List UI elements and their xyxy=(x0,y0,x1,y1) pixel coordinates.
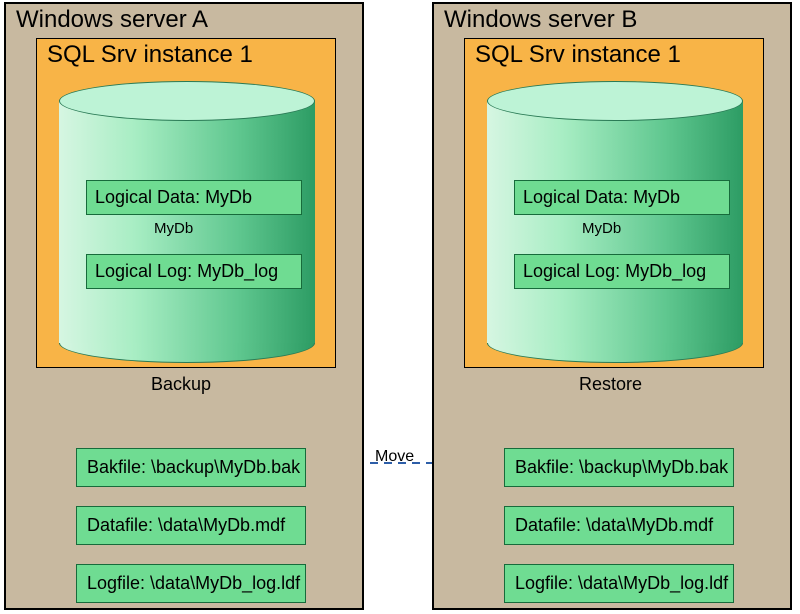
sql-instance-b-title: SQL Srv instance 1 xyxy=(475,41,681,69)
diagram-canvas: Move Windows server A SQL Srv instance 1… xyxy=(0,0,800,614)
backup-label: Backup xyxy=(151,374,211,395)
server-a-box: Windows server A SQL Srv instance 1 Logi… xyxy=(4,2,364,610)
logfile-b: Logfile: \data\MyDb_log.ldf xyxy=(504,564,734,603)
server-b-box: Windows server B SQL Srv instance 1 Logi… xyxy=(432,2,792,610)
restore-label: Restore xyxy=(579,374,642,395)
logical-data-b: Logical Data: MyDb xyxy=(514,180,730,215)
datafile-a: Datafile: \data\MyDb.mdf xyxy=(76,506,306,545)
move-label: Move xyxy=(375,448,414,466)
datafile-b: Datafile: \data\MyDb.mdf xyxy=(504,506,734,545)
logical-data-a: Logical Data: MyDb xyxy=(86,180,302,215)
bakfile-b: Bakfile: \backup\MyDb.bak xyxy=(504,448,734,487)
logical-log-a: Logical Log: MyDb_log xyxy=(86,254,302,289)
sql-instance-a-title: SQL Srv instance 1 xyxy=(47,41,253,69)
db-name-a: MyDb xyxy=(154,220,193,237)
server-a-title: Windows server A xyxy=(16,6,208,34)
bakfile-a: Bakfile: \backup\MyDb.bak xyxy=(76,448,306,487)
logical-log-b: Logical Log: MyDb_log xyxy=(514,254,730,289)
logfile-a: Logfile: \data\MyDb_log.ldf xyxy=(76,564,306,603)
server-b-title: Windows server B xyxy=(444,6,637,34)
db-name-b: MyDb xyxy=(582,220,621,237)
